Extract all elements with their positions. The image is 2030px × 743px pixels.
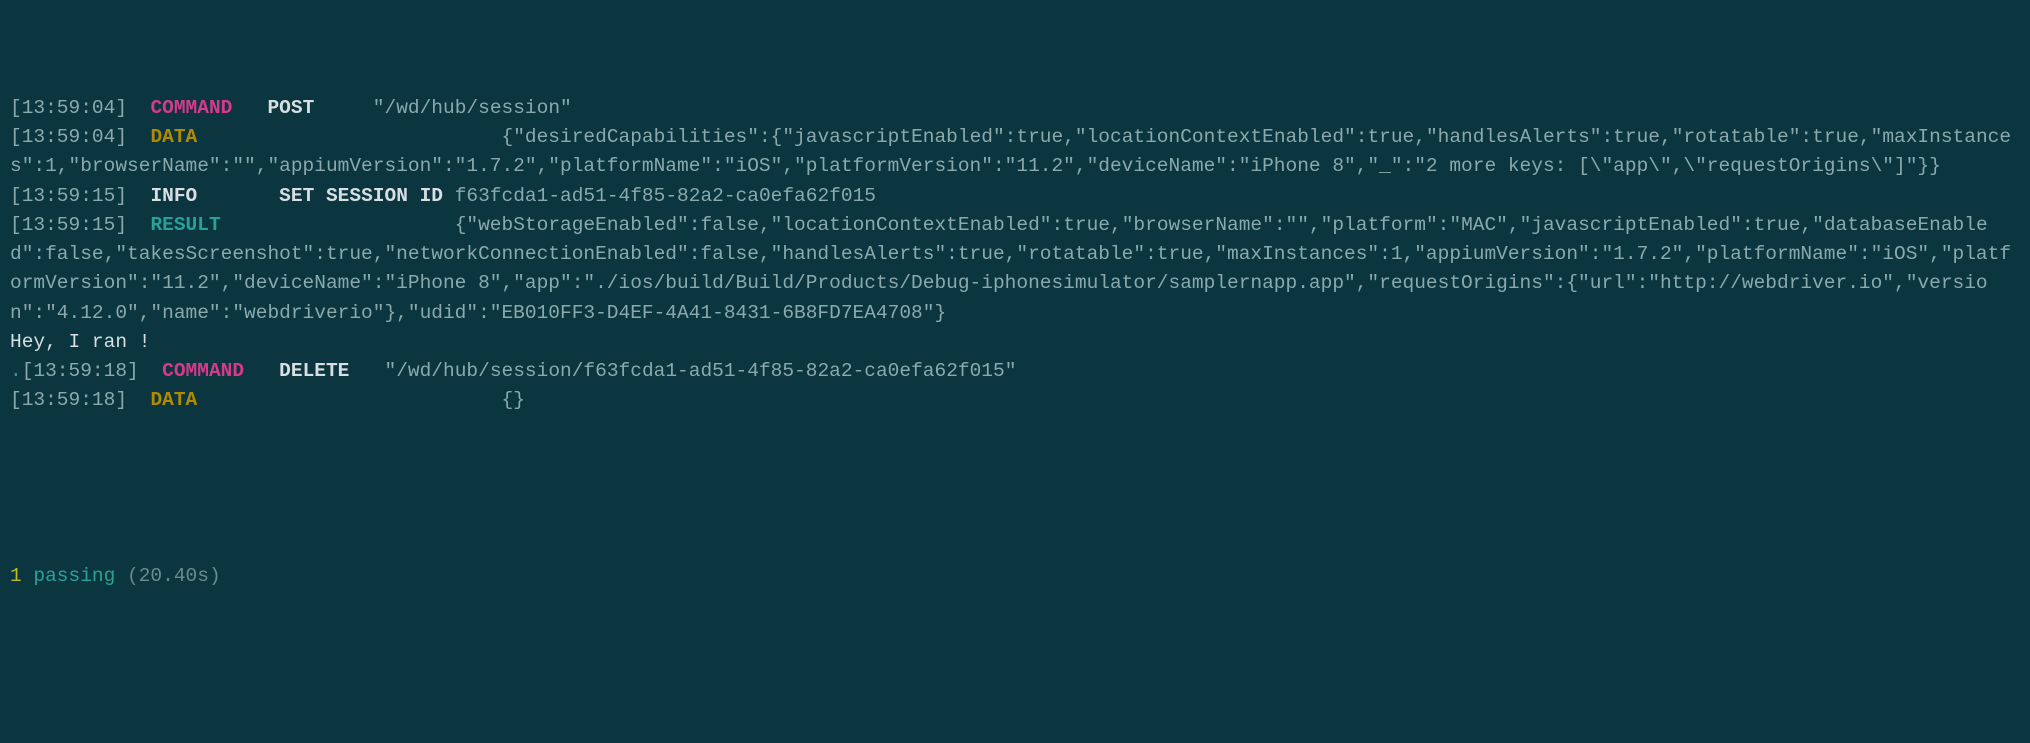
log-line: [13:59:04] DATA {"desiredCapabilities":{… <box>10 123 2020 182</box>
log-plain-text: Hey, I ran ! <box>10 331 150 353</box>
log-level-label: DATA <box>150 126 197 148</box>
blank-line <box>10 445 2020 474</box>
log-payload: {} <box>502 389 525 411</box>
passing-word: passing <box>33 565 115 587</box>
log-verb: SET SESSION ID <box>279 185 443 207</box>
log-timestamp: [13:59:18] <box>22 360 139 382</box>
log-timestamp: [13:59:04] <box>10 126 127 148</box>
log-payload: {"webStorageEnabled":false,"locationCont… <box>10 214 2011 324</box>
test-summary: 1 passing (20.40s) <box>10 562 2020 591</box>
log-line: [13:59:15] INFO SET SESSION ID f63fcda1-… <box>10 182 2020 211</box>
passing-time: (20.40s) <box>127 565 221 587</box>
log-line: [13:59:15] RESULT {"webStorageEnabled":f… <box>10 211 2020 328</box>
passing-count: 1 <box>10 565 22 587</box>
blank-line <box>10 503 2020 532</box>
dot-indicator: . <box>10 360 22 382</box>
log-payload: "/wd/hub/session/f63fcda1-ad51-4f85-82a2… <box>385 360 1017 382</box>
log-timestamp: [13:59:04] <box>10 97 127 119</box>
log-line: [13:59:04] COMMAND POST "/wd/hub/session… <box>10 94 2020 123</box>
log-payload: f63fcda1-ad51-4f85-82a2-ca0efa62f015 <box>455 185 876 207</box>
terminal-log: [13:59:04] COMMAND POST "/wd/hub/session… <box>10 94 2020 416</box>
log-level-label: COMMAND <box>150 97 232 119</box>
log-level-label: DATA <box>150 389 197 411</box>
log-level-label: COMMAND <box>162 360 244 382</box>
log-verb: POST <box>267 97 314 119</box>
log-level-label: INFO <box>150 185 197 207</box>
log-payload: "/wd/hub/session" <box>373 97 572 119</box>
log-payload: {"desiredCapabilities":{"javascriptEnabl… <box>10 126 2011 177</box>
log-level-label: RESULT <box>150 214 220 236</box>
log-timestamp: [13:59:18] <box>10 389 127 411</box>
log-timestamp: [13:59:15] <box>10 214 127 236</box>
log-line: [13:59:18] DATA {} <box>10 386 2020 415</box>
log-verb: DELETE <box>279 360 349 382</box>
log-line: Hey, I ran ! <box>10 328 2020 357</box>
log-line: .[13:59:18] COMMAND DELETE "/wd/hub/sess… <box>10 357 2020 386</box>
log-timestamp: [13:59:15] <box>10 185 127 207</box>
